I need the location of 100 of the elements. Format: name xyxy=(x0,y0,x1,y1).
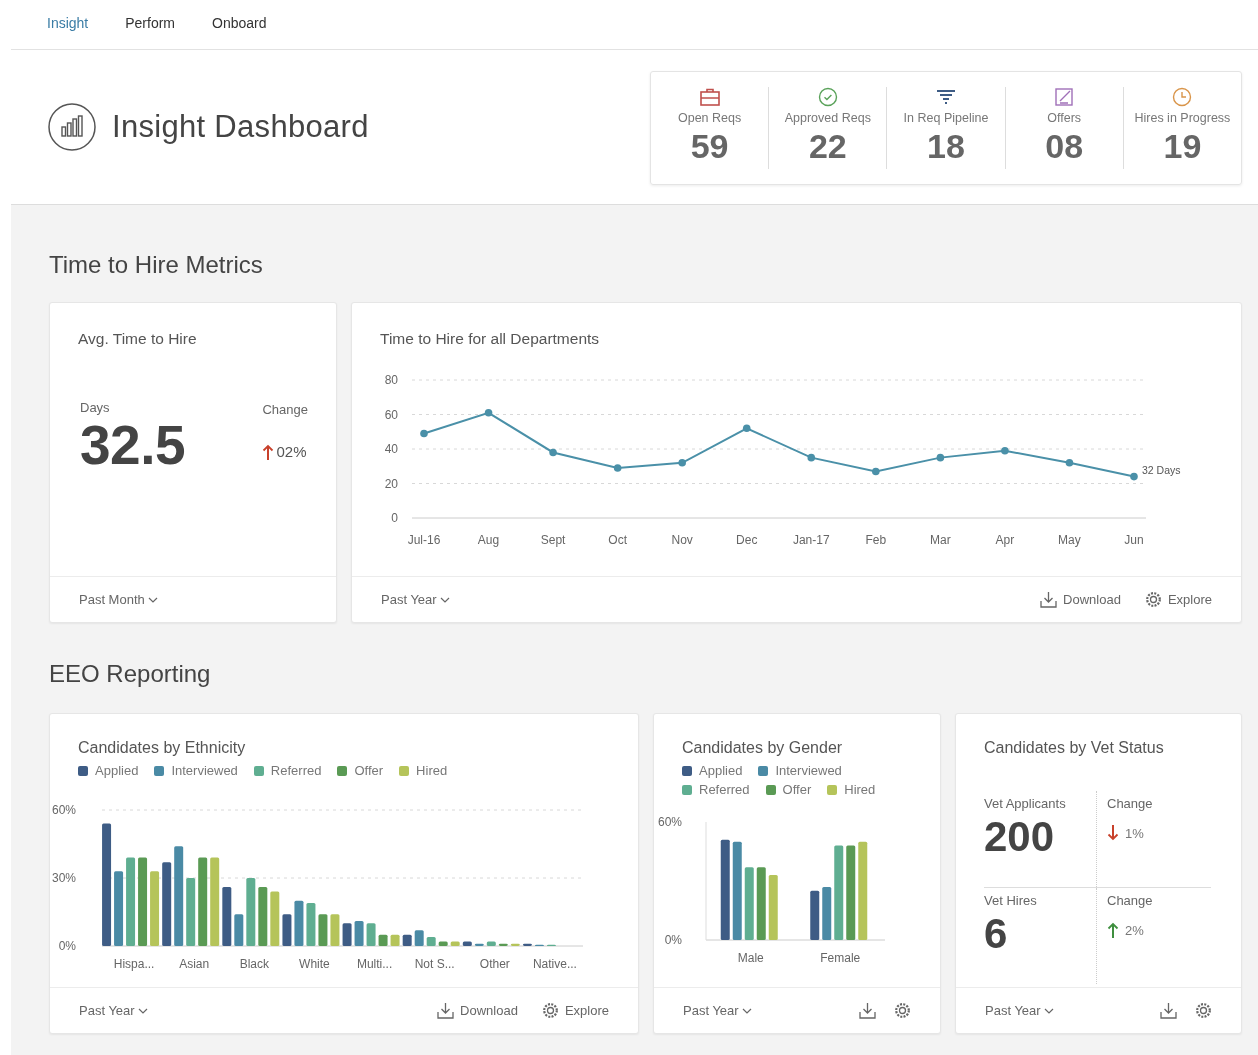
axis-label: Multi... xyxy=(356,957,393,971)
legend-label: Hired xyxy=(416,763,448,778)
axis-label: Asian xyxy=(179,957,210,971)
axis-label: Other xyxy=(479,957,510,971)
download-icon[interactable] xyxy=(1160,1002,1177,1019)
card-title: Candidates by Gender xyxy=(682,739,844,757)
axis-label: Native... xyxy=(532,957,577,971)
legend-label: Hired xyxy=(844,782,876,797)
axis-label: 20 xyxy=(384,476,398,491)
axis-label: Female xyxy=(820,951,861,965)
bar xyxy=(498,943,508,946)
card-title: Candidates by Ethnicity xyxy=(78,739,247,757)
nav-tab[interactable]: Insight xyxy=(47,15,89,34)
bar xyxy=(450,941,460,946)
explore-button[interactable]: Explore xyxy=(1144,591,1212,608)
axis-label: Sept xyxy=(540,533,566,547)
axis-label: Nov xyxy=(671,533,693,547)
download-button[interactable]: Download xyxy=(437,1002,518,1019)
data-point xyxy=(807,453,816,462)
period-dropdown[interactable]: Past Year xyxy=(683,1003,752,1018)
card-title: Time to Hire for all Departments xyxy=(380,330,601,348)
legend-label: Interviewed xyxy=(775,763,842,778)
metric-value: 32.5 xyxy=(80,417,186,475)
kpi-value: 19 xyxy=(1163,129,1202,163)
data-point xyxy=(936,453,945,462)
clock-icon xyxy=(1172,87,1193,107)
section-heading: Time to Hire Metrics xyxy=(49,251,264,279)
edit-icon xyxy=(1055,87,1074,107)
bar xyxy=(522,943,532,946)
kpi-label: Open Reqs xyxy=(678,111,742,125)
settings-icon[interactable] xyxy=(1195,1002,1212,1019)
bar xyxy=(282,914,292,946)
caret-icon xyxy=(439,596,450,603)
period-dropdown[interactable]: Past Year xyxy=(79,1003,148,1018)
bar xyxy=(462,941,472,946)
bar xyxy=(426,936,436,946)
nav-tab[interactable]: Perform xyxy=(125,15,176,34)
briefcase-icon xyxy=(699,87,720,107)
metric-label: Vet Hires xyxy=(984,893,1038,908)
data-point xyxy=(1001,446,1009,455)
settings-icon xyxy=(1144,591,1162,608)
axis-label: Aug xyxy=(477,533,500,547)
caret-icon xyxy=(741,1007,752,1014)
period-dropdown[interactable]: Past Year xyxy=(381,592,450,607)
axis-label: Jun xyxy=(1124,533,1144,547)
axis-label: Mar xyxy=(930,533,951,547)
metric-value: 6 xyxy=(984,911,1009,958)
data-point xyxy=(420,429,428,438)
nav-tab[interactable]: Onboard xyxy=(212,15,267,34)
metric-label: Vet Applicants xyxy=(984,796,1067,811)
change-value: 02% xyxy=(276,443,307,460)
change-value: 1% xyxy=(1125,825,1144,841)
bar xyxy=(258,887,268,946)
check-circle-icon xyxy=(817,87,838,107)
data-point xyxy=(484,409,493,417)
metric-value: 200 xyxy=(984,814,1056,861)
explore-button[interactable]: Explore xyxy=(541,1002,609,1019)
bar-chart-logo-icon xyxy=(48,103,96,151)
data-point xyxy=(742,424,751,433)
kpi-value: 18 xyxy=(927,129,965,163)
kpi-value: 22 xyxy=(808,129,847,163)
legend-label: Applied xyxy=(699,763,743,778)
bar xyxy=(234,914,244,946)
metric-label: Days xyxy=(80,400,111,415)
bar xyxy=(768,875,778,940)
period-dropdown[interactable]: Past Year xyxy=(985,1003,1054,1018)
bar xyxy=(510,943,520,946)
axis-label: 0% xyxy=(664,933,682,947)
bar xyxy=(414,930,424,946)
bar xyxy=(366,923,376,946)
kpi-value: 59 xyxy=(690,129,729,163)
kpi-label: Hires in Progress xyxy=(1134,111,1231,125)
axis-label: Jan-17 xyxy=(792,533,830,547)
data-point xyxy=(549,448,557,457)
axis-label: Apr xyxy=(995,533,1015,547)
axis-label: May xyxy=(1058,533,1081,547)
change-label: Change xyxy=(1107,893,1154,908)
card-title: Avg. Time to Hire xyxy=(78,330,198,348)
axis-label: Male xyxy=(737,951,764,965)
bar xyxy=(306,902,316,946)
bar xyxy=(474,943,484,946)
change-value: 2% xyxy=(1125,922,1144,938)
filter-icon xyxy=(936,87,956,107)
download-button[interactable]: Download xyxy=(1040,591,1121,608)
kpi-label: In Req Pipeline xyxy=(903,111,989,125)
caret-icon xyxy=(1043,1007,1054,1014)
download-icon[interactable] xyxy=(859,1002,876,1019)
bar xyxy=(390,934,400,946)
settings-icon[interactable] xyxy=(894,1002,911,1019)
kpi-label: Approved Reqs xyxy=(784,111,871,125)
axis-label: 30% xyxy=(51,871,76,885)
settings-icon xyxy=(541,1002,559,1019)
axis-label: Black xyxy=(239,957,269,971)
bar xyxy=(222,887,232,946)
bar xyxy=(318,914,328,946)
bar xyxy=(342,923,352,946)
legend-label: Offer xyxy=(354,763,384,778)
axis-label: 60 xyxy=(384,407,398,422)
period-dropdown[interactable]: Past Month xyxy=(79,592,158,607)
data-point xyxy=(872,467,880,476)
